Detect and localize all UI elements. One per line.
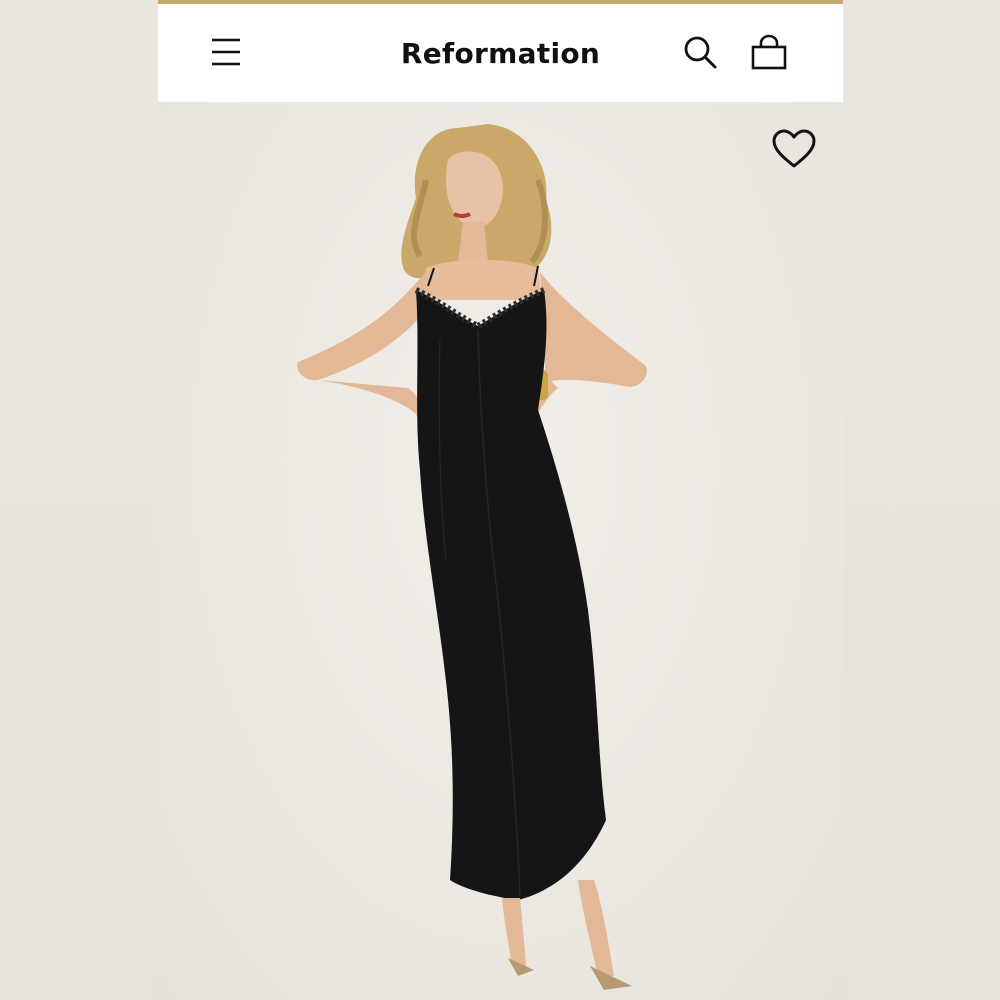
right-backdrop: [843, 0, 1000, 1000]
phone-screen: Reformation: [158, 0, 843, 1000]
left-backdrop: [0, 0, 158, 1000]
heart-outline-icon: [772, 129, 816, 168]
wishlist-button[interactable]: [770, 128, 818, 172]
product-model-image: [297, 124, 647, 990]
